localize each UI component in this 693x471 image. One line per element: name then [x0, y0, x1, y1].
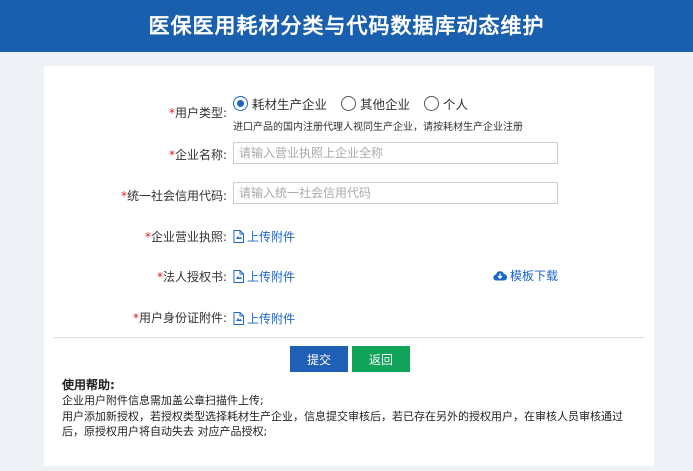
- authorization-label: *法人授权书:: [156, 270, 227, 284]
- radio-unchecked-icon[interactable]: [424, 96, 440, 111]
- divider: [54, 337, 644, 338]
- user-type-label: *用户类型:: [168, 106, 227, 120]
- user-type-radio-group: 耗材生产企业 其他企业 个人: [233, 94, 482, 113]
- company-name-label: *企业名称:: [168, 148, 227, 162]
- file-icon: [233, 270, 244, 283]
- radio-other-company[interactable]: 其他企业: [341, 94, 410, 113]
- id-card-upload-link[interactable]: 上传附件: [233, 310, 295, 327]
- file-icon: [233, 230, 244, 243]
- credit-code-input[interactable]: [233, 182, 558, 204]
- cloud-download-icon: [493, 271, 507, 281]
- submit-button[interactable]: 提交: [290, 346, 348, 372]
- radio-manufacturer[interactable]: 耗材生产企业: [233, 94, 327, 113]
- back-button[interactable]: 返回: [352, 346, 410, 372]
- radio-unchecked-icon[interactable]: [341, 96, 357, 111]
- credit-code-label: *统一社会信用代码:: [120, 189, 227, 203]
- help-line: 用户添加新授权，若授权类型选择耗材生产企业，信息提交审核后，若已存在另外的授权用…: [62, 410, 623, 438]
- page-header: 医保医用耗材分类与代码数据库动态维护: [0, 0, 693, 52]
- business-license-label: *企业营业执照:: [144, 230, 227, 244]
- id-card-label: *用户身份证附件:: [132, 311, 227, 325]
- company-name-input[interactable]: [233, 142, 558, 164]
- user-type-hint: 进口产品的国内注册代理人视同生产企业，请按耗材生产企业注册: [233, 122, 523, 133]
- registration-form: *用户类型: 耗材生产企业 其他企业 个人 进口产品的国内注册代理人视同生产企业…: [44, 66, 654, 466]
- file-icon: [233, 312, 244, 325]
- authorization-upload-link[interactable]: 上传附件: [233, 268, 295, 285]
- radio-individual[interactable]: 个人: [424, 94, 468, 113]
- business-license-upload-link[interactable]: 上传附件: [233, 228, 295, 245]
- help-title: 使用帮助:: [62, 378, 115, 392]
- page-title: 医保医用耗材分类与代码数据库动态维护: [148, 14, 545, 38]
- template-download-link[interactable]: 模板下载: [493, 267, 558, 284]
- help-line: 企业用户附件信息需加盖公章扫描件上传;: [62, 394, 264, 407]
- radio-checked-icon[interactable]: [233, 96, 248, 111]
